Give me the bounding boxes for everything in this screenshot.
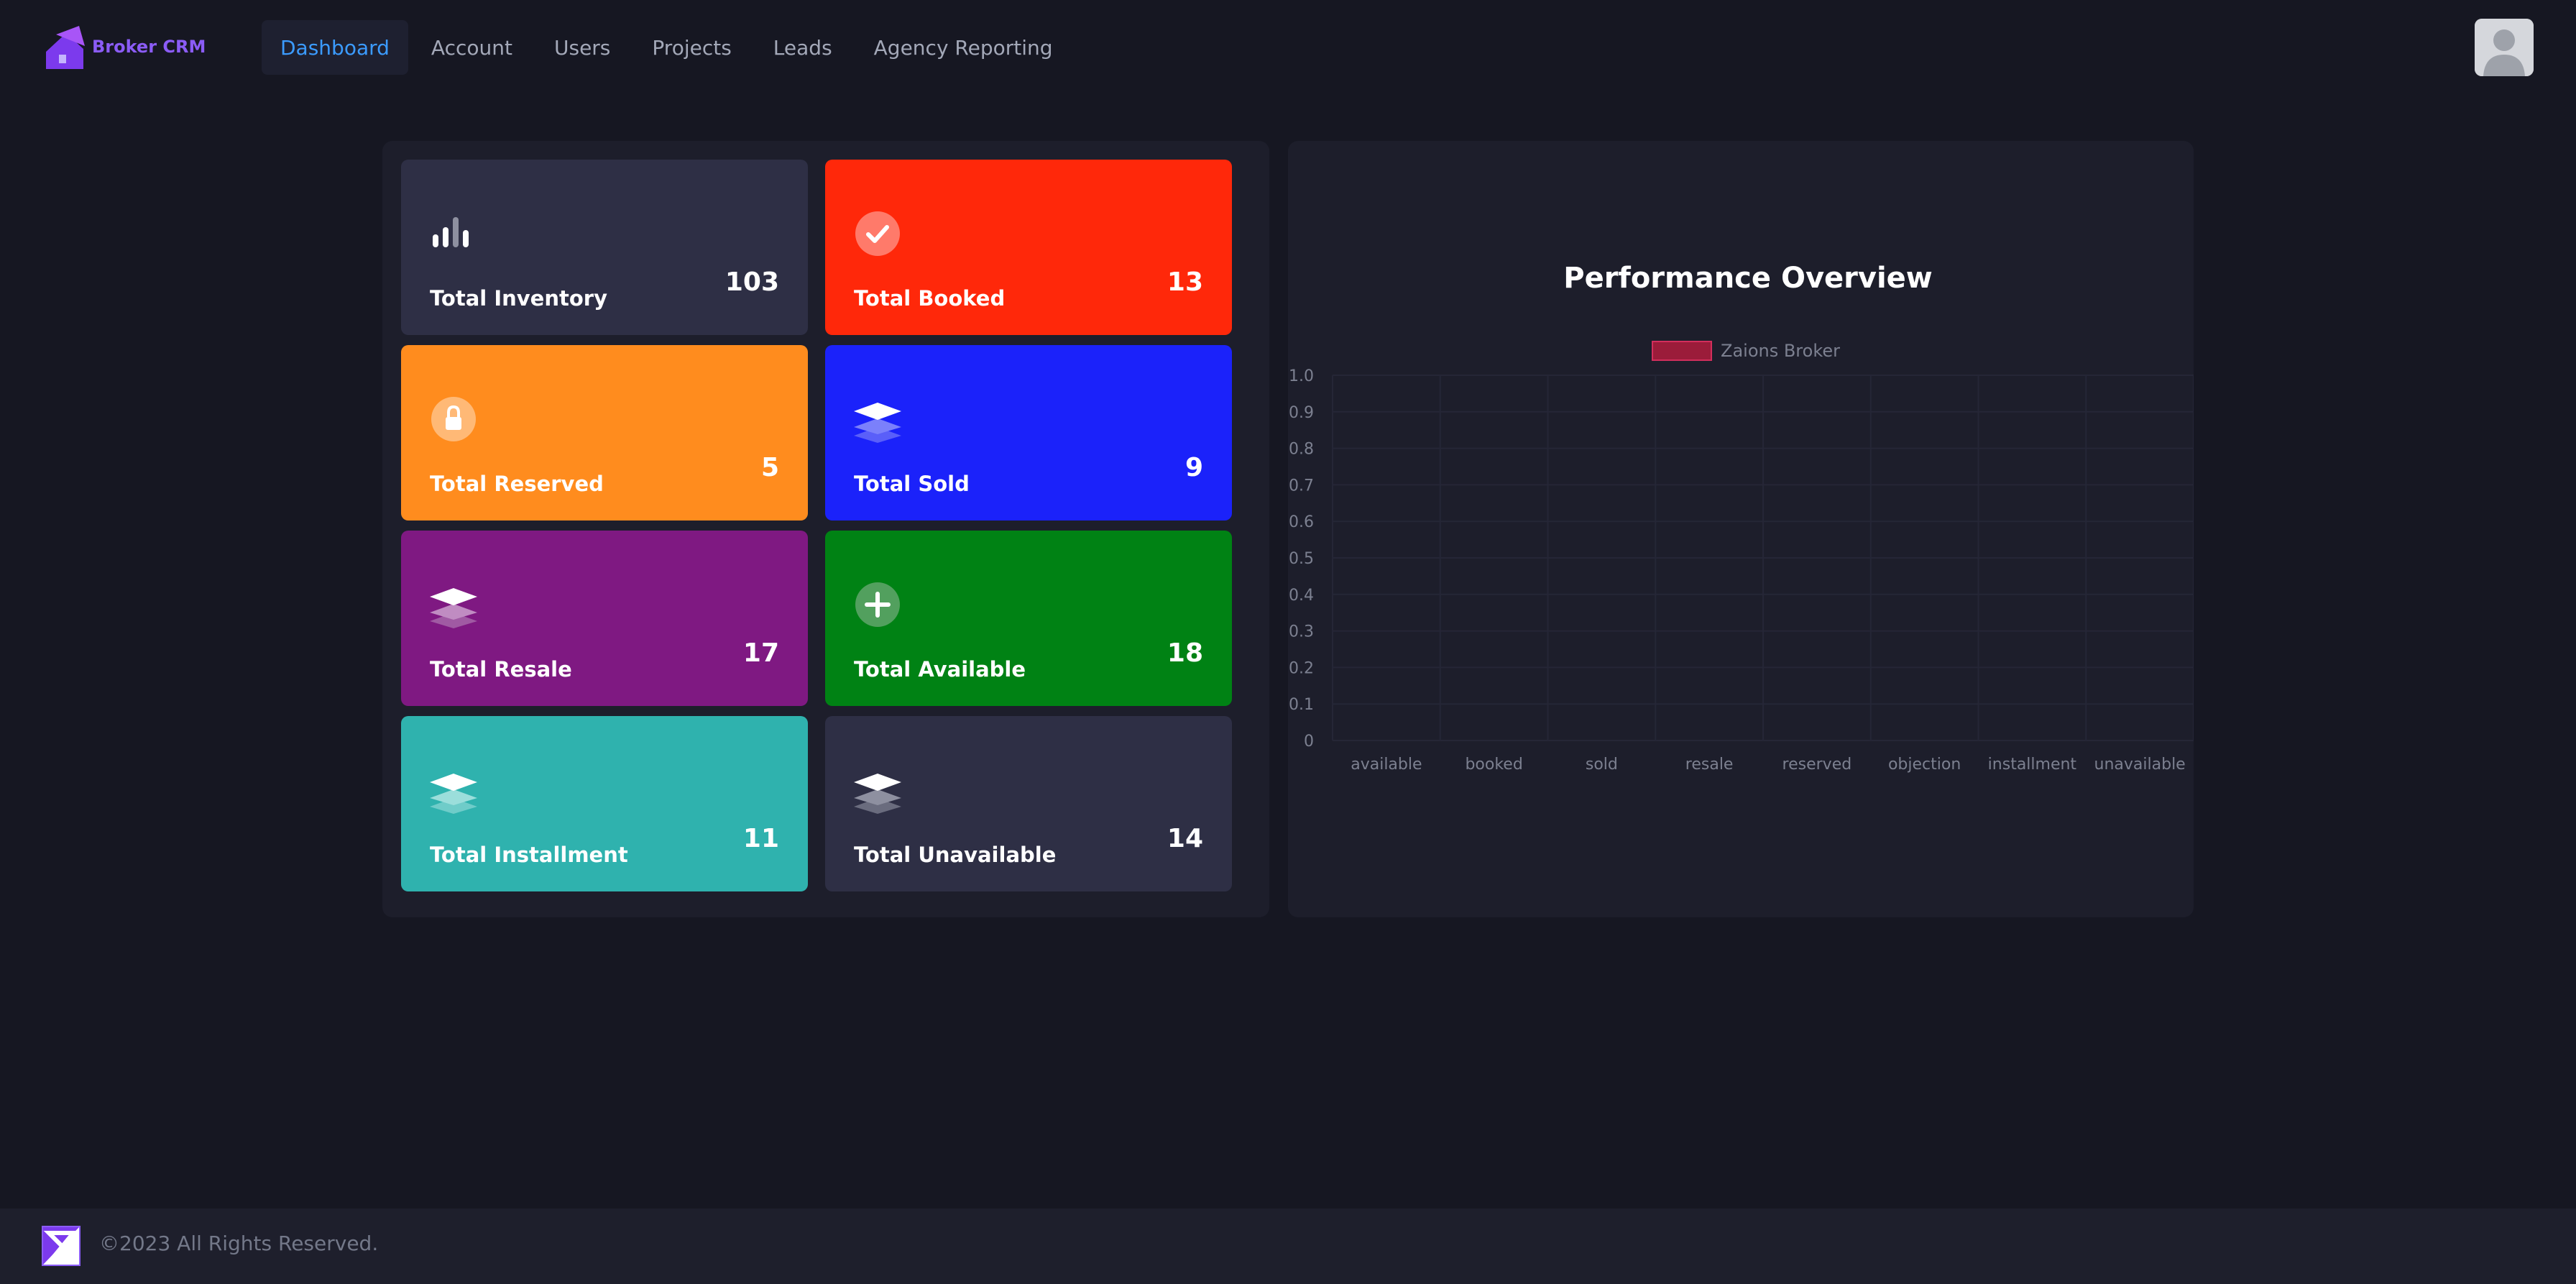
card-value: 11: [742, 824, 779, 853]
user-icon: [2475, 19, 2534, 76]
nav-account[interactable]: Account: [413, 20, 531, 75]
nav-users[interactable]: Users: [535, 20, 629, 75]
main-nav: Dashboard Account Users Projects Leads A…: [262, 20, 1076, 75]
y-tick-label: 0.7: [1289, 477, 1314, 495]
card-value: 5: [760, 453, 779, 482]
y-tick-label: 1.0: [1289, 367, 1314, 385]
card-total-booked[interactable]: Total Booked 13: [825, 160, 1232, 335]
card-total-resale[interactable]: Total Resale 17: [401, 531, 808, 706]
nav-agency-reporting[interactable]: Agency Reporting: [855, 20, 1072, 75]
chart-title: Performance Overview: [1563, 262, 1933, 295]
card-value: 13: [1167, 267, 1203, 297]
card-total-sold[interactable]: Total Sold 9: [825, 345, 1232, 521]
card-value: 17: [742, 638, 779, 668]
y-tick-label: 0.3: [1289, 623, 1314, 641]
card-value: 18: [1167, 638, 1203, 668]
brand-name: Broker CRM: [92, 37, 206, 57]
card-label: Total Available: [854, 657, 1026, 682]
user-avatar[interactable]: [2475, 19, 2534, 76]
card-value: 9: [1184, 453, 1203, 482]
layers-icon: [430, 774, 477, 814]
nav-projects[interactable]: Projects: [633, 20, 750, 75]
y-tick-label: 0.4: [1289, 587, 1314, 605]
nav-leads[interactable]: Leads: [755, 20, 851, 75]
footer: ©2023 All Rights Reserved.: [0, 1209, 2576, 1284]
legend-swatch: [1652, 341, 1712, 361]
card-label: Total Sold: [854, 472, 970, 496]
stats-panel: Total Inventory 103 Total Booked 13 Tota…: [382, 141, 1269, 917]
layers-icon: [854, 774, 901, 814]
card-total-unavailable[interactable]: Total Unavailable 14: [825, 716, 1232, 891]
card-label: Total Booked: [854, 286, 1006, 311]
y-tick-label: 0.5: [1289, 550, 1314, 568]
x-tick-label: installment: [1988, 756, 2077, 774]
lock-icon: [431, 397, 476, 441]
card-total-inventory[interactable]: Total Inventory 103: [401, 160, 808, 335]
y-tick-label: 0.2: [1289, 659, 1314, 677]
top-header: Broker CRM Dashboard Account Users Proje…: [0, 0, 2576, 93]
layers-icon: [430, 588, 477, 628]
legend-label: Zaions Broker: [1721, 341, 1841, 361]
x-tick-label: objection: [1888, 756, 1961, 774]
card-label: Total Installment: [430, 843, 628, 867]
layers-icon: [854, 403, 901, 443]
card-label: Total Resale: [430, 657, 572, 682]
card-total-installment[interactable]: Total Installment 11: [401, 716, 808, 891]
x-tick-label: resale: [1685, 756, 1734, 774]
house-logo-icon: [46, 26, 85, 69]
x-tick-label: available: [1351, 756, 1422, 774]
card-value: 103: [724, 267, 779, 297]
bar-chart-icon: [433, 217, 469, 247]
card-total-reserved[interactable]: Total Reserved 5: [401, 345, 808, 521]
performance-chart: 0 0.1 0.2 0.3 0.4 0.5 0.6 0.7 0.8 0.9 1.0 available…: [1289, 367, 2194, 774]
y-tick-label: 0.6: [1289, 513, 1314, 531]
y-tick-label: 0.9: [1289, 404, 1314, 422]
brand[interactable]: Broker CRM: [43, 22, 206, 72]
card-value: 14: [1167, 824, 1203, 853]
check-circle-icon: [855, 211, 900, 256]
copyright-text: ©2023 All Rights Reserved.: [99, 1232, 379, 1255]
plus-circle-icon: [855, 582, 900, 627]
y-tick-label: 0: [1304, 733, 1314, 751]
company-logo-icon: [42, 1226, 80, 1266]
card-label: Total Inventory: [430, 286, 607, 311]
x-tick-label: booked: [1465, 756, 1522, 774]
x-tick-label: unavailable: [2094, 756, 2186, 774]
y-tick-label: 0.1: [1289, 696, 1314, 714]
x-tick-label: reserved: [1782, 756, 1852, 774]
y-tick-label: 0.8: [1289, 441, 1314, 459]
card-label: Total Unavailable: [854, 843, 1057, 867]
chart-legend[interactable]: Zaions Broker: [1652, 341, 1840, 361]
nav-dashboard[interactable]: Dashboard: [262, 20, 408, 75]
card-total-available[interactable]: Total Available 18: [825, 531, 1232, 706]
card-label: Total Reserved: [430, 472, 604, 496]
x-tick-label: sold: [1586, 756, 1618, 774]
